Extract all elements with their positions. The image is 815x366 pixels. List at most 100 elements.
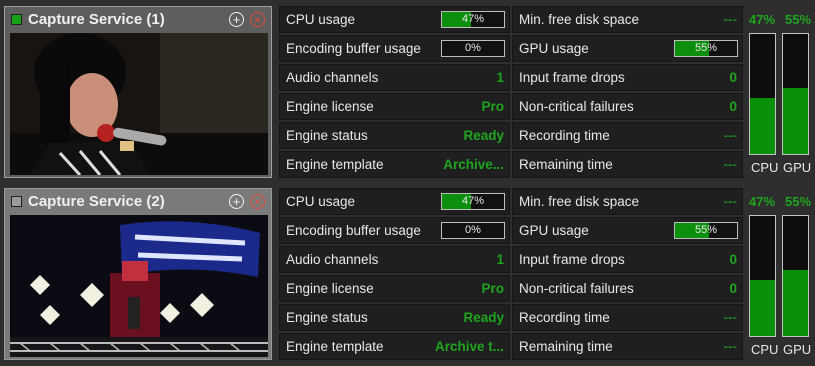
- gpu-gauge-percent: 55%: [785, 12, 812, 27]
- stat-encoding-buffer: Encoding buffer usage 0%: [279, 35, 510, 62]
- stat-cpu-usage: CPU usage 47%: [279, 6, 510, 33]
- stat-value: Archive t...: [434, 339, 504, 354]
- cpu-gauge-fill: [750, 97, 775, 154]
- stat-value: ---: [723, 339, 738, 354]
- stat-label: Input frame drops: [519, 252, 625, 267]
- stat-gpu-usage: GPU usage 55%: [512, 217, 743, 244]
- stat-input-frame-drops: Input frame drops 0: [512, 246, 743, 273]
- stat-value: 1: [496, 252, 504, 267]
- cpu-usage-bar: 47%: [441, 11, 505, 28]
- cpu-gauge-label: CPU: [751, 342, 779, 357]
- stat-audio-channels: Audio channels 1: [279, 64, 510, 91]
- gpu-gauge: [782, 215, 809, 337]
- stat-recording-time: Recording time ---: [512, 304, 743, 331]
- cpu-gauge-label: CPU: [751, 160, 779, 175]
- status-indicator-icon: [11, 195, 22, 207]
- stat-value: 0: [729, 99, 737, 114]
- video-preview: [10, 33, 268, 175]
- gpu-usage-bar: 55%: [674, 222, 738, 239]
- cpu-gauge: [749, 215, 776, 337]
- service-card[interactable]: Capture Service (1) + ×: [4, 6, 272, 178]
- stat-value: ---: [723, 12, 738, 27]
- add-circle-icon[interactable]: +: [229, 193, 244, 209]
- stat-label: Audio channels: [286, 252, 379, 267]
- status-indicator-icon: [11, 13, 22, 25]
- stat-label: Recording time: [519, 128, 610, 143]
- stat-label: Engine status: [286, 128, 368, 143]
- stat-label: Engine template: [286, 339, 384, 354]
- bar-value: 55%: [694, 224, 718, 236]
- stat-label: Non-critical failures: [519, 281, 634, 296]
- stat-gpu-usage: GPU usage 55%: [512, 35, 743, 62]
- service-card-header: Capture Service (1) + ×: [5, 7, 271, 31]
- stat-label: Min. free disk space: [519, 12, 640, 27]
- stat-label: Encoding buffer usage: [286, 41, 421, 56]
- stat-remaining-time: Remaining time ---: [512, 151, 743, 178]
- stat-value: 0: [729, 70, 737, 85]
- service-stats: CPU usage 47% Encoding buffer usage 0% A…: [279, 188, 743, 360]
- stat-min-free-disk: Min. free disk space ---: [512, 188, 743, 215]
- stat-value: ---: [723, 310, 738, 325]
- stat-value: 0: [729, 252, 737, 267]
- stat-engine-license: Engine license Pro: [279, 275, 510, 302]
- stat-value: Archive...: [443, 157, 504, 172]
- cpu-gauge-percent: 47%: [749, 194, 776, 209]
- stat-label: Input frame drops: [519, 70, 625, 85]
- usage-gauges: 47% 55% CPU GPU: [745, 188, 815, 360]
- stat-value: ---: [723, 194, 738, 209]
- stat-value: 1: [496, 70, 504, 85]
- add-circle-icon[interactable]: +: [229, 11, 244, 27]
- encoding-buffer-bar: 0%: [441, 40, 505, 57]
- capture-service-panel-1: Capture Service (1) + × CPU usage 47% En…: [0, 0, 815, 180]
- stat-recording-time: Recording time ---: [512, 122, 743, 149]
- stat-label: CPU usage: [286, 194, 356, 209]
- stat-value: ---: [723, 157, 738, 172]
- stat-label: Min. free disk space: [519, 194, 640, 209]
- gpu-usage-bar: 55%: [674, 40, 738, 57]
- service-card[interactable]: Capture Service (2) + ×: [4, 188, 272, 360]
- service-title: Capture Service (1): [28, 10, 165, 28]
- stat-value: ---: [723, 128, 738, 143]
- gpu-gauge-label: GPU: [783, 160, 812, 175]
- stat-label: Engine status: [286, 310, 368, 325]
- stat-value: 0: [729, 281, 737, 296]
- stat-engine-template: Engine template Archive...: [279, 151, 510, 178]
- cpu-usage-bar: 47%: [441, 193, 505, 210]
- bar-value: 47%: [461, 195, 485, 207]
- gpu-gauge-fill: [783, 88, 808, 154]
- stat-label: Non-critical failures: [519, 99, 634, 114]
- bar-value: 47%: [461, 13, 485, 25]
- stat-non-critical-failures: Non-critical failures 0: [512, 275, 743, 302]
- bar-value: 0%: [465, 224, 481, 236]
- stat-non-critical-failures: Non-critical failures 0: [512, 93, 743, 120]
- bar-value: 0%: [465, 42, 481, 54]
- stat-audio-channels: Audio channels 1: [279, 246, 510, 273]
- video-preview: [10, 215, 268, 357]
- stat-value: Pro: [481, 99, 504, 114]
- cpu-gauge-fill: [750, 279, 775, 336]
- cpu-gauge-percent: 47%: [749, 12, 776, 27]
- stat-label: CPU usage: [286, 12, 356, 27]
- stat-min-free-disk: Min. free disk space ---: [512, 6, 743, 33]
- close-circle-icon[interactable]: ×: [250, 193, 265, 209]
- stat-engine-template: Engine template Archive t...: [279, 333, 510, 360]
- stat-engine-status: Engine status Ready: [279, 304, 510, 331]
- close-circle-icon[interactable]: ×: [250, 11, 265, 27]
- stat-label: Encoding buffer usage: [286, 223, 421, 238]
- stat-input-frame-drops: Input frame drops 0: [512, 64, 743, 91]
- stat-label: Audio channels: [286, 70, 379, 85]
- video-preview-image: [10, 215, 268, 357]
- stat-label: Engine license: [286, 99, 374, 114]
- stat-label: Remaining time: [519, 339, 613, 354]
- stat-cpu-usage: CPU usage 47%: [279, 188, 510, 215]
- service-card-header: Capture Service (2) + ×: [5, 189, 271, 213]
- stat-label: Remaining time: [519, 157, 613, 172]
- cpu-gauge: [749, 33, 776, 155]
- gpu-gauge-percent: 55%: [785, 194, 812, 209]
- stat-label: Recording time: [519, 310, 610, 325]
- stat-value: Ready: [463, 310, 504, 325]
- service-title: Capture Service (2): [28, 192, 165, 210]
- video-preview-image: [10, 33, 268, 175]
- stat-remaining-time: Remaining time ---: [512, 333, 743, 360]
- stat-label: Engine license: [286, 281, 374, 296]
